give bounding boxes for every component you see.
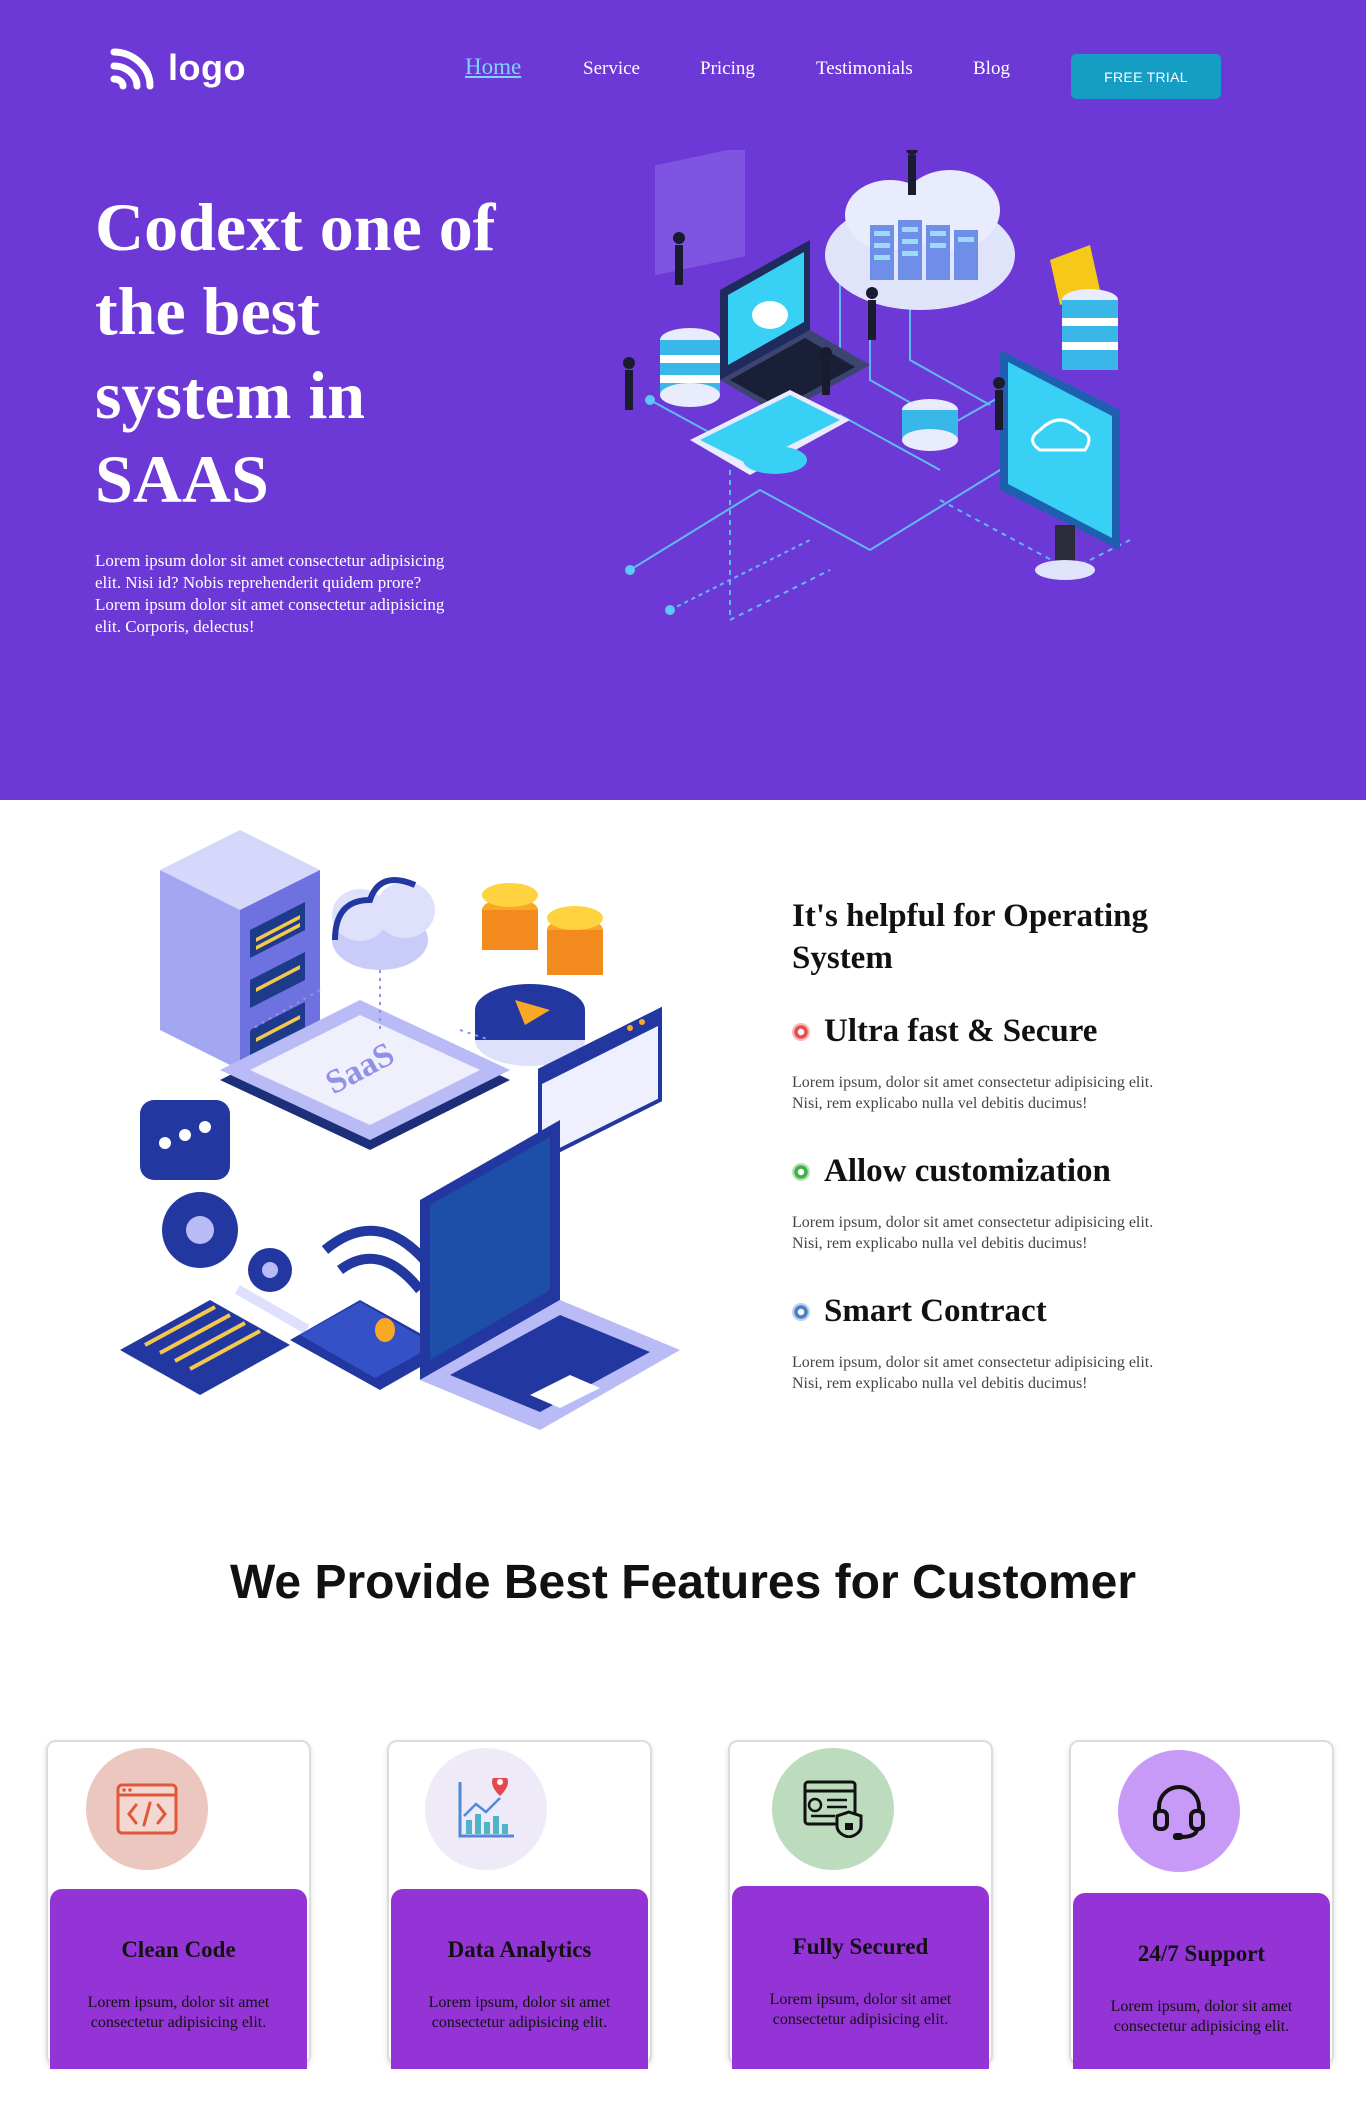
- feature-text: Lorem ipsum, dolor sit amet consectetur …: [792, 1074, 1154, 1112]
- hero-description: Lorem ipsum dolor sit amet consectetur a…: [95, 551, 445, 636]
- card-text: Lorem ipsum, dolor sit amet consectetur …: [769, 1991, 952, 2028]
- green-dot-icon: [792, 1162, 810, 1181]
- card-icon-circle: [772, 1748, 894, 1870]
- card-body: Fully Secured Lorem ipsum, dolor sit ame…: [732, 1886, 989, 2069]
- analytics-chart-icon: [458, 1778, 514, 1838]
- free-trial-button[interactable]: FREE TRIAL: [1071, 54, 1221, 99]
- card-icon-circle: [86, 1748, 208, 1870]
- feature-text: Lorem ipsum, dolor sit amet consectetur …: [792, 1354, 1154, 1392]
- feature-ultra-fast: Ultra fast & Secure Lorem ipsum, dolor s…: [792, 1013, 1212, 1114]
- feature-title-text: Ultra fast & Secure: [824, 1013, 1098, 1049]
- card-icon-circle: [425, 1748, 547, 1870]
- card-title: 24/7 Support: [1137, 1941, 1266, 1966]
- card-body: Clean Code Lorem ipsum, dolor sit amet c…: [50, 1889, 307, 2069]
- card-text: Lorem ipsum, dolor sit amet consectetur …: [87, 1994, 270, 2031]
- features-title: We Provide Best Features for Customer: [229, 1556, 1137, 1609]
- headset-icon: [1153, 1785, 1205, 1840]
- card-title: Fully Secured: [792, 1934, 929, 1959]
- feature-text: Lorem ipsum, dolor sit amet consectetur …: [792, 1214, 1154, 1252]
- feature-smart-contract: Smart Contract Lorem ipsum, dolor sit am…: [792, 1293, 1212, 1394]
- card-title: Clean Code: [121, 1937, 236, 1962]
- feature-card-data-analytics[interactable]: Data Analytics Lorem ipsum, dolor sit am…: [387, 1740, 652, 2069]
- blue-dot-icon: [792, 1302, 810, 1321]
- hero-illustration: [623, 150, 1131, 622]
- card-body: Data Analytics Lorem ipsum, dolor sit am…: [391, 1889, 648, 2069]
- nav-blog[interactable]: Blog: [973, 58, 1010, 80]
- card-text: Lorem ipsum, dolor sit amet consectetur …: [1110, 1998, 1293, 2035]
- card-title: Data Analytics: [447, 1937, 592, 1962]
- feature-title: Ultra fast & Secure: [792, 1013, 1212, 1050]
- feature-card-support[interactable]: 24/7 Support Lorem ipsum, dolor sit amet…: [1069, 1740, 1334, 2069]
- feature-title-text: Smart Contract: [824, 1293, 1047, 1329]
- hero-section: logo Home Service Pricing Testimonials B…: [0, 0, 1366, 800]
- feature-customization: Allow customization Lorem ipsum, dolor s…: [792, 1153, 1212, 1254]
- feature-card-fully-secured[interactable]: Fully Secured Lorem ipsum, dolor sit ame…: [728, 1740, 993, 2069]
- card-icon-circle: [1118, 1750, 1240, 1872]
- feature-title-text: Allow customization: [824, 1153, 1111, 1189]
- red-dot-icon: [792, 1022, 810, 1041]
- hero-title: Codext one of the best system in SAAS: [95, 189, 496, 517]
- nav-pricing[interactable]: Pricing: [700, 58, 755, 80]
- nav-home[interactable]: Home: [465, 54, 521, 80]
- secure-profile-icon: [803, 1780, 863, 1838]
- card-body: 24/7 Support Lorem ipsum, dolor sit amet…: [1073, 1893, 1330, 2069]
- nav-testimonials[interactable]: Testimonials: [816, 58, 913, 80]
- card-text: Lorem ipsum, dolor sit amet consectetur …: [428, 1994, 611, 2031]
- nav-service[interactable]: Service: [583, 58, 640, 80]
- code-window-icon: [116, 1783, 178, 1835]
- feature-title: Smart Contract: [792, 1293, 1212, 1330]
- info-heading: It's helpful for Operating System: [792, 898, 1148, 976]
- saas-illustration: SaaS: [120, 830, 680, 1430]
- feature-title: Allow customization: [792, 1153, 1212, 1190]
- feature-card-clean-code[interactable]: Clean Code Lorem ipsum, dolor sit amet c…: [46, 1740, 311, 2069]
